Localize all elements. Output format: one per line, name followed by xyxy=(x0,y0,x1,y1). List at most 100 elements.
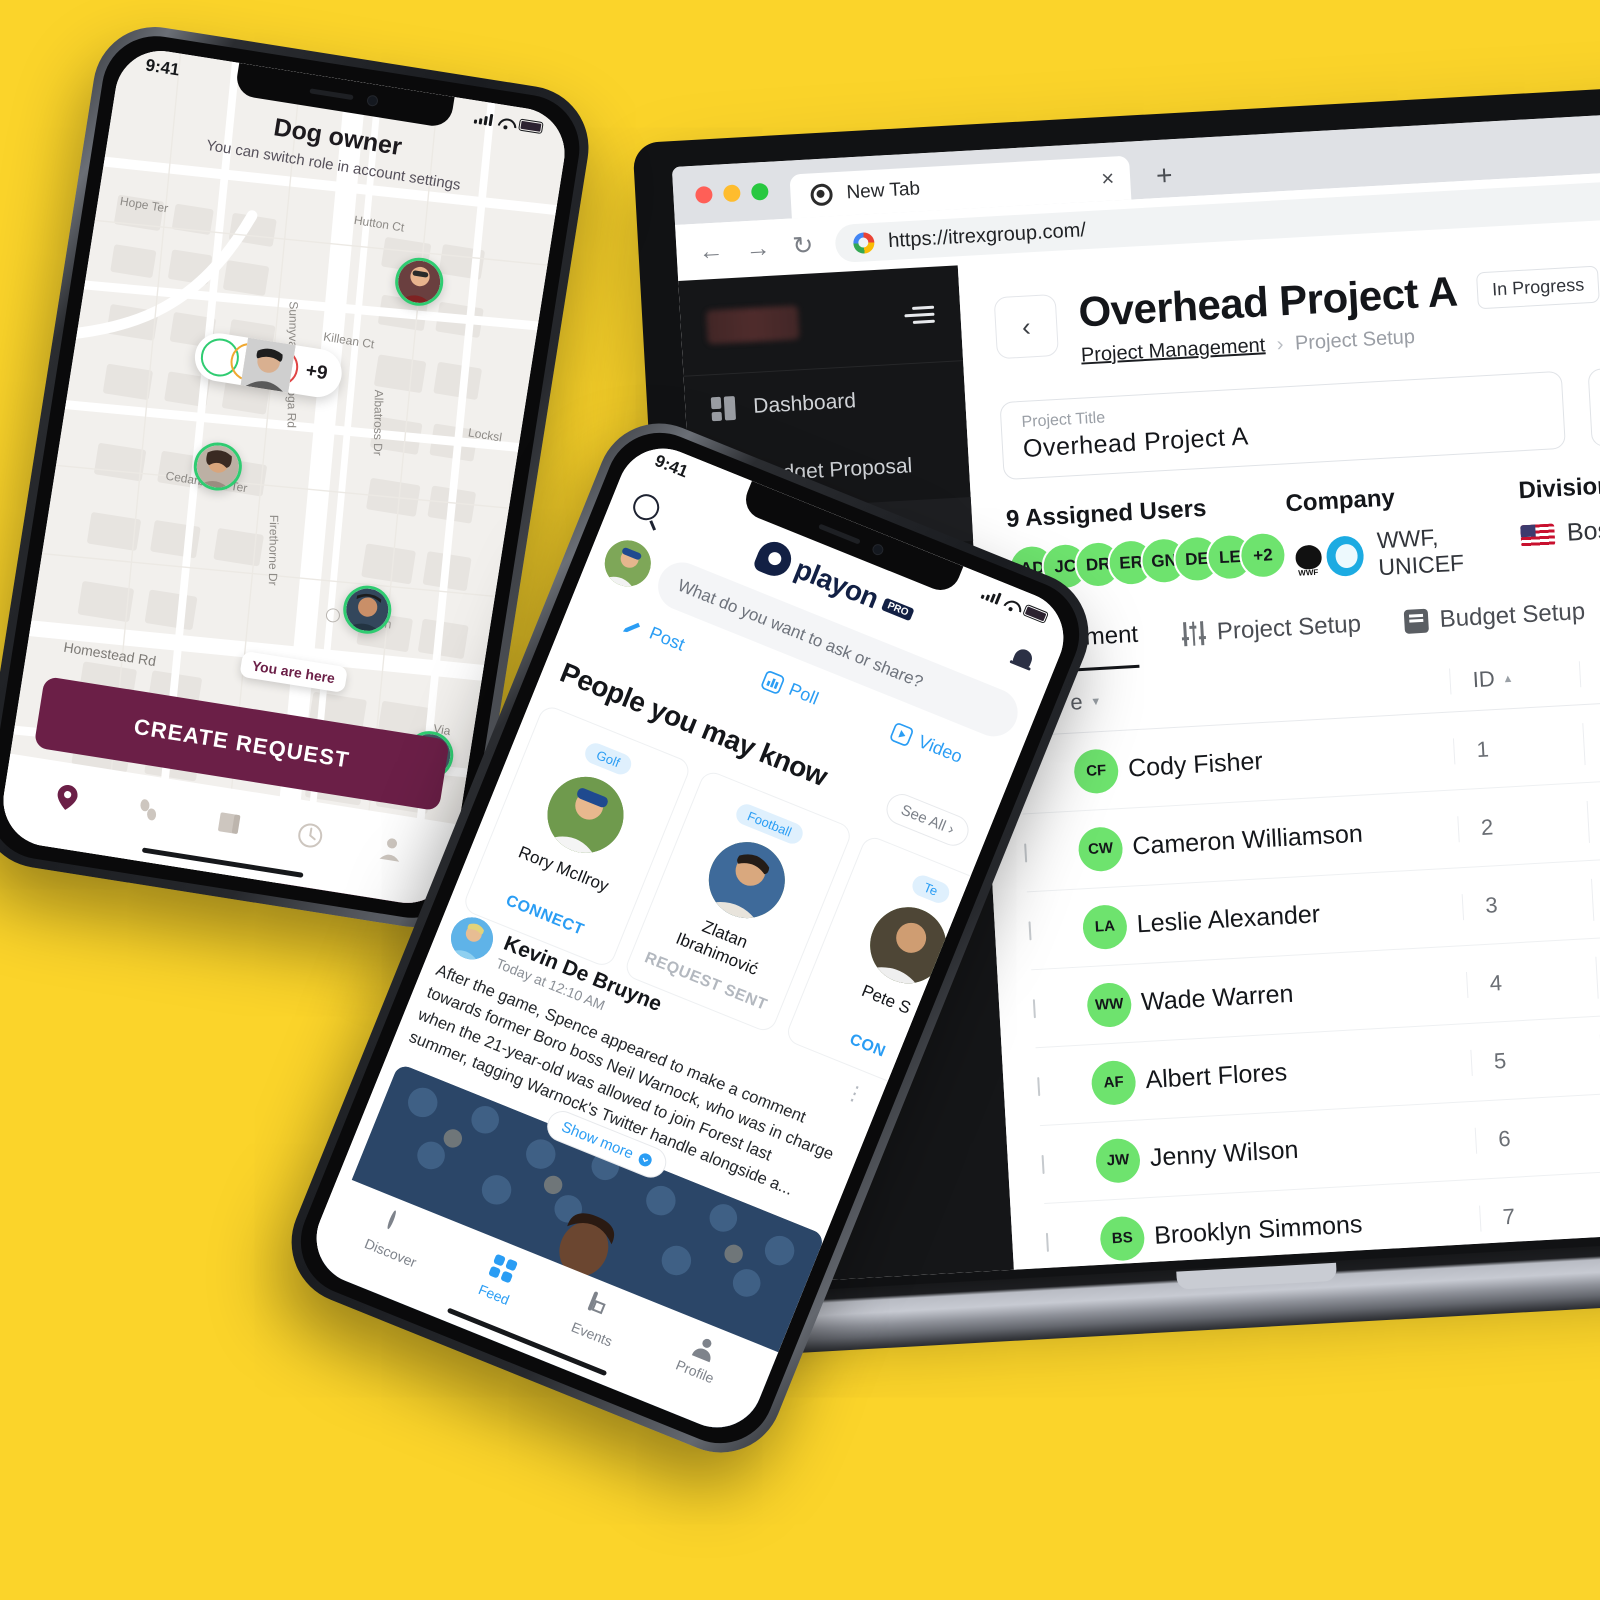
tab-events[interactable]: Events xyxy=(569,1290,626,1350)
row-id-cell: 3 xyxy=(1461,886,1593,920)
road-label: Albatross Dr xyxy=(370,389,386,456)
tab-project-setup[interactable]: Project Setup xyxy=(1181,610,1362,664)
column-label: ID xyxy=(1471,665,1496,692)
row-checkbox[interactable] xyxy=(1037,1076,1041,1096)
project-title-field[interactable]: Project Title Overhead Project A xyxy=(999,370,1566,481)
row-name: Cameron Williamson xyxy=(1131,819,1364,861)
row-name: Jenny Wilson xyxy=(1149,1135,1300,1172)
row-checkbox[interactable] xyxy=(1045,1232,1049,1252)
field-row: Project Title Overhead Project A ID XXXX… xyxy=(999,361,1600,481)
clock-icon[interactable] xyxy=(293,818,327,852)
avatar xyxy=(697,830,797,930)
row-id: 6 xyxy=(1497,1125,1512,1151)
tab-feed[interactable]: Feed xyxy=(476,1252,523,1308)
avatar-photo xyxy=(597,533,658,594)
front-camera-icon xyxy=(871,542,886,557)
row-checkbox-cell[interactable] xyxy=(1037,1075,1092,1096)
action-label: Video xyxy=(915,731,966,767)
book-icon[interactable] xyxy=(212,806,246,840)
column-access[interactable]: Acces ▾ xyxy=(1578,649,1600,687)
sidebar-header xyxy=(678,265,964,377)
paw-icon[interactable] xyxy=(131,793,165,827)
close-window-button[interactable] xyxy=(694,185,713,204)
assigned-users-label: 9 Assigned Users xyxy=(1005,494,1207,533)
sport-tag: Golf xyxy=(582,740,635,778)
division-value: Boston xyxy=(1566,514,1600,547)
row-id-cell: 7 xyxy=(1479,1197,1600,1232)
tab-discover[interactable]: Discover xyxy=(362,1206,430,1270)
forward-icon[interactable]: → xyxy=(745,233,772,263)
row-name-cell: WW Wade Warren xyxy=(1086,963,1468,1028)
row-id: 7 xyxy=(1501,1203,1516,1229)
budget-icon xyxy=(1404,608,1430,634)
row-id-cell: 4 xyxy=(1465,964,1598,998)
back-button[interactable]: ‹ xyxy=(993,293,1059,360)
row-checkbox[interactable] xyxy=(1024,842,1028,862)
collapse-sidebar-icon[interactable] xyxy=(904,305,935,325)
bell-icon[interactable] xyxy=(1008,644,1037,674)
post-more-icon[interactable]: ⋮ xyxy=(841,1078,871,1109)
avatar[interactable] xyxy=(597,533,658,594)
division-value-row: Boston xyxy=(1520,509,1600,550)
cellular-icon xyxy=(473,111,494,127)
playon-mark-icon xyxy=(751,536,796,581)
row-checkbox-cell[interactable] xyxy=(1028,919,1084,940)
avatar-photo xyxy=(343,585,392,634)
row-name-cell: AF Albert Flores xyxy=(1090,1040,1472,1106)
row-id: 3 xyxy=(1484,891,1499,918)
row-checkbox-cell[interactable] xyxy=(1024,841,1079,862)
wifi-icon xyxy=(1003,596,1021,612)
row-checkbox-cell[interactable] xyxy=(1045,1230,1101,1252)
avatar: JW xyxy=(1094,1137,1142,1184)
row-id-cell: 2 xyxy=(1457,808,1589,842)
column-name[interactable]: e ▾ xyxy=(1070,668,1451,715)
location-icon[interactable] xyxy=(50,780,84,814)
breadcrumb-root[interactable]: Project Management xyxy=(1080,334,1265,366)
reload-icon[interactable]: ↻ xyxy=(792,230,815,261)
column-id[interactable]: ID ▴ xyxy=(1449,660,1581,694)
profile-icon xyxy=(690,1335,719,1364)
row-id: 2 xyxy=(1480,813,1494,840)
tab-budget-setup[interactable]: Budget Setup xyxy=(1404,597,1587,651)
google-icon xyxy=(852,231,875,254)
row-id: 5 xyxy=(1493,1047,1507,1074)
connect-button[interactable]: CON xyxy=(847,1031,888,1062)
maximize-window-button[interactable] xyxy=(750,182,769,201)
sidebar-item-label: Dashboard xyxy=(752,389,857,418)
tab-profile[interactable]: Profile xyxy=(674,1332,727,1387)
chevron-down-circle-icon xyxy=(638,1153,652,1167)
sport-tag: Te xyxy=(909,872,953,906)
row-id-cell: 6 xyxy=(1474,1120,1600,1154)
row-checkbox-cell[interactable] xyxy=(1032,997,1088,1018)
page-header: ‹ Overhead Project A In Progress Project… xyxy=(993,253,1600,373)
see-all-button[interactable]: See All › xyxy=(882,788,974,850)
new-tab-button[interactable]: + xyxy=(1129,159,1193,199)
back-icon[interactable]: ← xyxy=(698,236,725,266)
avatar-photo xyxy=(536,765,635,865)
avatar: WW xyxy=(1086,981,1133,1028)
avatar xyxy=(858,895,958,995)
row-id: 1 xyxy=(1475,735,1490,762)
app-main: ‹ Overhead Project A In Progress Project… xyxy=(957,222,1600,1270)
row-checkbox[interactable] xyxy=(1028,920,1032,940)
wifi-icon xyxy=(497,116,514,129)
status-badge: In Progress xyxy=(1476,265,1600,309)
meta-row: 9 Assigned Users AD JC DR ER GN DE LE +2… xyxy=(1005,465,1600,601)
sport-tag: Football xyxy=(733,801,807,847)
avatar-photo xyxy=(858,895,958,995)
row-name-cell: JW Jenny Wilson xyxy=(1094,1118,1477,1184)
profile-icon[interactable] xyxy=(374,831,408,865)
project-id-field[interactable]: ID XXXXX xyxy=(1587,361,1600,448)
row-checkbox[interactable] xyxy=(1032,998,1036,1018)
search-icon[interactable] xyxy=(629,490,664,525)
minimize-window-button[interactable] xyxy=(722,183,741,202)
row-checkbox[interactable] xyxy=(1041,1154,1045,1174)
row-checkbox-cell[interactable] xyxy=(1041,1153,1097,1174)
company-value-row: WWF, UNICEF xyxy=(1287,519,1523,586)
avatar-photo xyxy=(193,442,242,491)
chevron-up-icon: ▴ xyxy=(1504,669,1512,685)
row-name-cell: CW Cameron Williamson xyxy=(1077,807,1459,872)
tab-label: Budget Setup xyxy=(1438,597,1586,633)
close-icon[interactable]: × xyxy=(1101,165,1115,191)
window-controls[interactable] xyxy=(694,161,792,224)
